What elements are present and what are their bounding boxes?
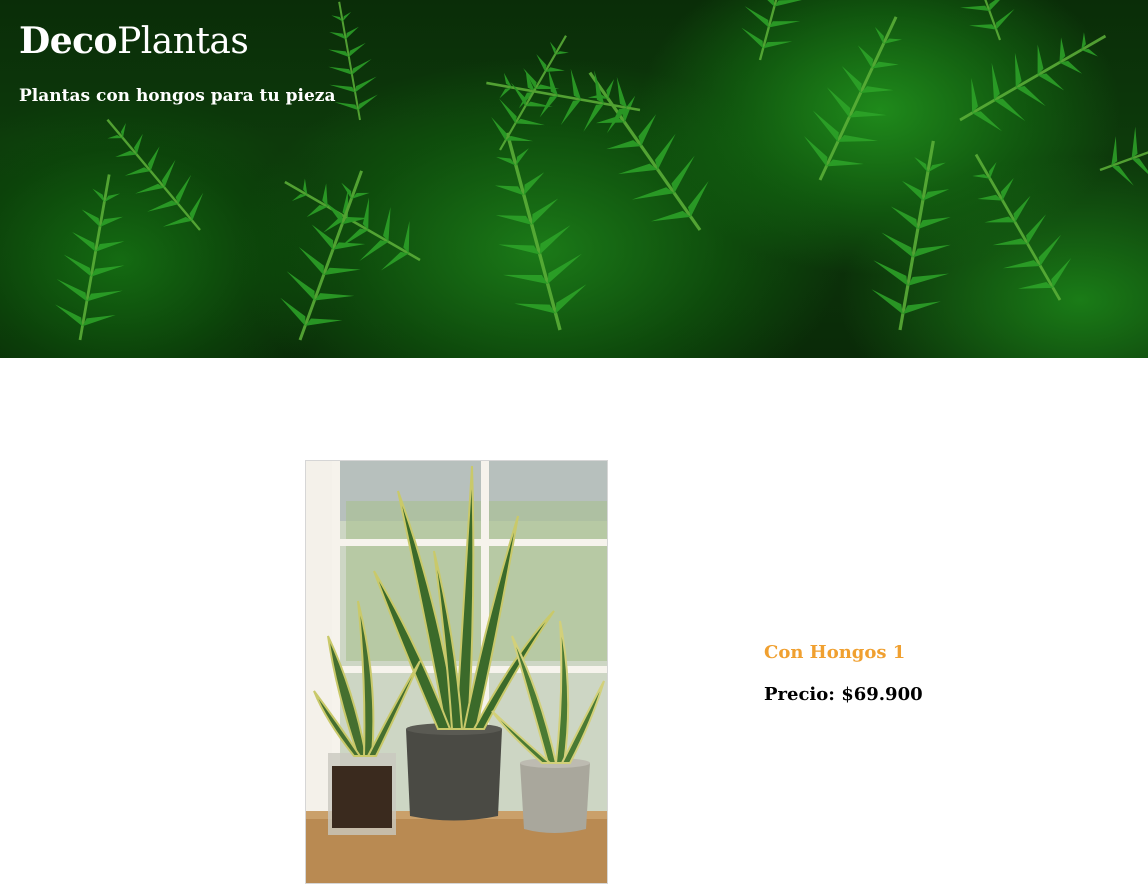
snake-plants-in-pots-photo <box>306 461 607 883</box>
brand-bold-part: Deco <box>19 20 118 62</box>
product-info: Con Hongos 1 Precio: $69.900 <box>764 640 923 708</box>
hero-banner: DecoPlantas Plantas con hongos para tu p… <box>0 0 1148 358</box>
price-value: $69.900 <box>841 684 923 705</box>
brand-light-part: Plantas <box>117 21 249 62</box>
site-tagline: Plantas con hongos para tu pieza <box>19 86 336 106</box>
price-label: Precio: <box>764 684 835 705</box>
product-section: Con Hongos 1 Precio: $69.900 <box>0 358 1148 887</box>
product-price: Precio: $69.900 <box>764 682 923 708</box>
product-image[interactable] <box>305 460 608 884</box>
site-brand-logo[interactable]: DecoPlantas <box>19 18 249 65</box>
product-name[interactable]: Con Hongos 1 <box>764 640 923 666</box>
